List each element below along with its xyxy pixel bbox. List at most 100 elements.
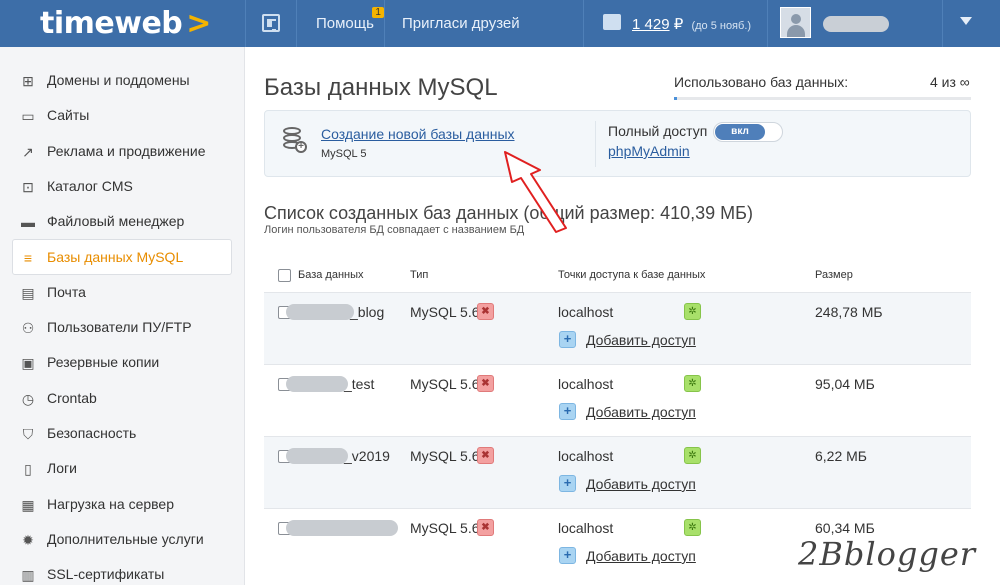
select-all-checkbox[interactable]	[278, 269, 291, 282]
db-name-blurred	[286, 376, 348, 392]
full-access-toggle[interactable]: вкл	[713, 122, 783, 142]
add-access-link[interactable]: Добавить доступ	[586, 404, 696, 420]
db-type: MySQL 5.6	[410, 376, 480, 392]
gear-icon[interactable]: ✲	[684, 447, 701, 464]
mail-icon: ▤	[21, 284, 35, 301]
delete-icon[interactable]: ✖	[477, 303, 494, 320]
sidebar-item-label: Домены и поддомены	[47, 72, 190, 88]
sidebar-item-label: Дополнительные услуги	[47, 530, 204, 547]
sidebar-item[interactable]: ↗ Реклама и продвижение	[0, 134, 244, 169]
watermark: 2Bblogger	[798, 535, 977, 573]
create-database-link[interactable]: Создание новой базы данных	[321, 126, 515, 142]
sidebar-item-label: Crontab	[47, 389, 97, 406]
sitemap-icon: ⊞	[22, 73, 34, 89]
sidebar-item-label: Резервные копии	[47, 354, 160, 371]
news-icon[interactable]	[262, 14, 280, 32]
gear-icon[interactable]: ✲	[684, 519, 701, 536]
logo[interactable]: timeweb >	[40, 6, 211, 41]
access-host: localhost	[558, 376, 614, 392]
db-name-suffix: _v2019	[344, 448, 390, 464]
sidebar-item[interactable]: ▬ Файловый менеджер	[0, 204, 244, 239]
badge-icon: ✹	[22, 531, 34, 548]
cart-icon: ⊡	[22, 178, 34, 195]
help-link[interactable]: Помощь 1	[316, 7, 384, 32]
gear-icon[interactable]: ✲	[684, 303, 701, 320]
add-icon[interactable]: +	[559, 331, 576, 348]
table-header: База данных Тип Точки доступа к базе дан…	[264, 257, 971, 292]
divider	[942, 0, 943, 47]
db-name-blurred	[286, 304, 354, 320]
sidebar-item[interactable]: ▥ SSL-сертификаты	[0, 557, 244, 585]
ssl-icon: ▥	[21, 567, 35, 584]
sidebar: ⊞ Домены и поддомены ▭ Сайты ↗ Реклама и прод…	[0, 47, 245, 585]
access-host: localhost	[558, 448, 614, 464]
table-row: _test MySQL 5.6 ✖ localhost ✲ + Добавить досту…	[264, 364, 971, 436]
backup-icon: ▣	[21, 355, 35, 372]
usage-value: 4 из ∞	[930, 74, 970, 90]
db-name-blurred	[286, 448, 348, 464]
username-blurred[interactable]	[823, 16, 889, 32]
db-name-blurred	[286, 520, 398, 536]
add-access-link[interactable]: Добавить доступ	[586, 548, 696, 564]
wallet-icon	[603, 14, 621, 30]
add-icon[interactable]: +	[559, 475, 576, 492]
top-bar: timeweb > Помощь 1 Пригласи друзей 1 429 …	[0, 0, 1000, 47]
load-icon: ▦	[21, 496, 35, 513]
sidebar-item[interactable]: ⚇ Пользователи ПУ/FTP	[0, 310, 244, 345]
divider	[245, 0, 246, 47]
sidebar-item[interactable]: ≡ Базы данных MySQL	[12, 239, 232, 275]
main-content: Базы данных MySQL Использовано баз данны…	[264, 47, 1000, 585]
db-size: 6,22 МБ	[815, 448, 867, 464]
usage-progress-bar	[674, 97, 971, 100]
balance[interactable]: 1 429 ₽ (до 5 нояб.)	[632, 15, 751, 33]
page-icon: ▭	[21, 108, 35, 125]
sidebar-item[interactable]: ▤ Почта	[0, 275, 244, 310]
add-access-link[interactable]: Добавить доступ	[586, 332, 696, 348]
header-size: Размер	[815, 269, 853, 281]
divider	[296, 0, 297, 47]
chevron-down-icon[interactable]	[960, 17, 972, 25]
db-name-suffix: _test	[344, 376, 375, 392]
sidebar-item[interactable]: ▭ Сайты	[0, 98, 244, 133]
db-name-suffix: _blog	[350, 304, 385, 320]
delete-icon[interactable]: ✖	[477, 447, 494, 464]
sidebar-item[interactable]: ✹ Дополнительные услуги	[0, 522, 244, 557]
sidebar-item[interactable]: ▣ Резервные копии	[0, 345, 244, 380]
db-type: MySQL 5.6	[410, 448, 480, 464]
sidebar-item-label: Почта	[47, 283, 86, 300]
access-host: localhost	[558, 304, 614, 320]
sidebar-item[interactable]: ⊡ Каталог CMS	[0, 169, 244, 204]
divider	[583, 0, 584, 47]
phpmyadmin-link[interactable]: phpMyAdmin	[608, 143, 690, 159]
delete-icon[interactable]: ✖	[477, 375, 494, 392]
list-title: Список созданных баз данных (общий разме…	[264, 203, 753, 223]
sidebar-item[interactable]: ⊞ Домены и поддомены	[0, 63, 244, 98]
sidebar-item[interactable]: ⛉ Безопасность	[0, 416, 244, 451]
db-size: 95,04 МБ	[815, 376, 875, 392]
folder-icon: ▬	[21, 214, 35, 231]
sidebar-item[interactable]: ▦ Нагрузка на сервер	[0, 487, 244, 522]
clock-icon: ◷	[21, 390, 35, 407]
usage-progress-fill	[674, 97, 677, 100]
db-type: MySQL 5.6	[410, 304, 480, 320]
gear-icon[interactable]: ✲	[684, 375, 701, 392]
divider	[767, 0, 768, 47]
database-table: База данных Тип Точки доступа к базе дан…	[264, 257, 971, 580]
header-access: Точки доступа к базе данных	[558, 269, 706, 281]
db-size: 248,78 МБ	[815, 304, 883, 320]
users-icon: ⚇	[21, 320, 35, 337]
page-title: Базы данных MySQL	[264, 74, 498, 101]
sidebar-item-label: SSL-сертификаты	[47, 566, 165, 583]
sidebar-item-label: Реклама и продвижение	[47, 142, 206, 159]
add-access-link[interactable]: Добавить доступ	[586, 476, 696, 492]
add-icon[interactable]: +	[559, 403, 576, 420]
help-badge: 1	[372, 7, 384, 18]
add-icon[interactable]: +	[559, 547, 576, 564]
delete-icon[interactable]: ✖	[477, 519, 494, 536]
sidebar-item-label: Файловый менеджер	[47, 213, 185, 230]
invite-link[interactable]: Пригласи друзей	[402, 15, 520, 32]
sidebar-item[interactable]: ▯ Логи	[0, 451, 244, 486]
avatar[interactable]	[780, 7, 811, 38]
full-access-label: Полный доступ	[608, 123, 708, 139]
sidebar-item[interactable]: ◷ Crontab	[0, 381, 244, 416]
